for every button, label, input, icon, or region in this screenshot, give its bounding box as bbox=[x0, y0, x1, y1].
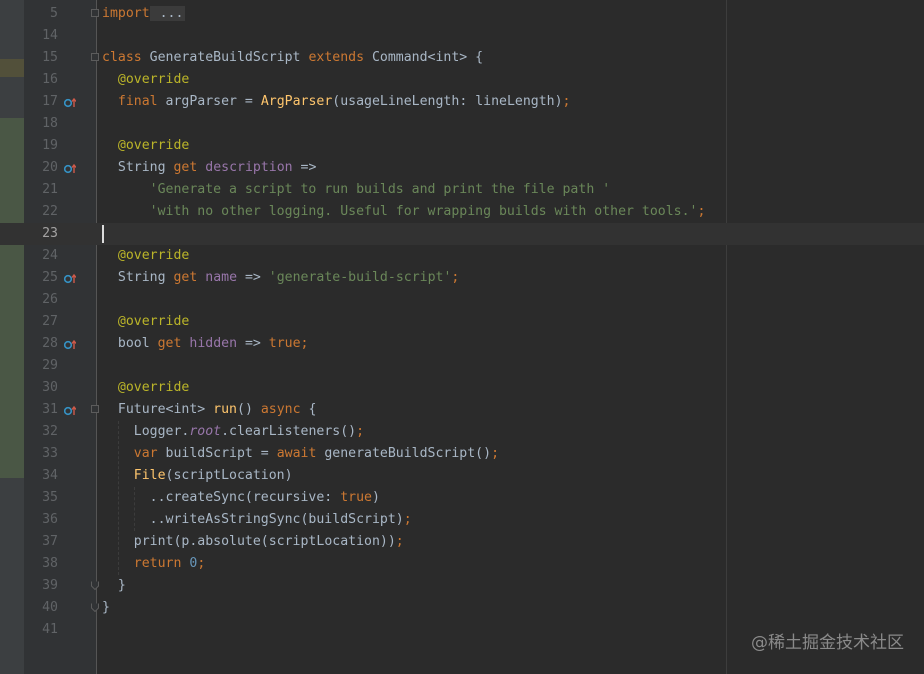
code-line[interactable]: 34 File(scriptLocation) bbox=[0, 465, 924, 487]
code-line[interactable]: 25 String get name => 'generate-build-sc… bbox=[0, 267, 924, 289]
code-line[interactable]: 24 @override bbox=[0, 245, 924, 267]
line-number: 39 bbox=[42, 578, 58, 593]
line-number: 14 bbox=[42, 28, 58, 43]
fold-end-icon[interactable] bbox=[91, 581, 99, 590]
code-text: String get name => 'generate-build-scrip… bbox=[117, 270, 460, 285]
line-number: 26 bbox=[42, 292, 58, 307]
line-number: 23 bbox=[42, 226, 58, 241]
code-text: @override bbox=[117, 248, 190, 263]
code-text: import ... bbox=[102, 6, 186, 21]
code-line[interactable]: 17 final argParser = ArgParser(usageLine… bbox=[0, 91, 924, 113]
line-number: 36 bbox=[42, 512, 58, 527]
code-line[interactable]: 16 @override bbox=[0, 69, 924, 91]
code-line[interactable]: 39 } bbox=[0, 575, 924, 597]
code-text: 'Generate a script to run builds and pri… bbox=[149, 182, 611, 197]
fold-minus-icon[interactable] bbox=[91, 53, 99, 61]
override-marker-icon[interactable] bbox=[64, 273, 76, 284]
code-line[interactable]: 36 ..writeAsStringSync(buildScript); bbox=[0, 509, 924, 531]
code-text: Logger.root.clearListeners(); bbox=[133, 424, 365, 439]
line-number: 17 bbox=[42, 94, 58, 109]
line-number: 38 bbox=[42, 556, 58, 571]
line-number: 35 bbox=[42, 490, 58, 505]
code-text: class GenerateBuildScript extends Comman… bbox=[102, 50, 484, 65]
line-number: 29 bbox=[42, 358, 58, 373]
text-caret bbox=[102, 225, 104, 243]
indent-guide bbox=[134, 487, 135, 531]
line-number: 31 bbox=[42, 402, 58, 417]
line-number: 33 bbox=[42, 446, 58, 461]
code-line[interactable]: 15 class GenerateBuildScript extends Com… bbox=[0, 47, 924, 69]
code-line[interactable]: 40 } bbox=[0, 597, 924, 619]
line-number: 15 bbox=[42, 50, 58, 65]
code-editor[interactable]: 5 import ... 14 15 class GenerateBuildSc… bbox=[0, 3, 924, 641]
code-line[interactable]: 18 bbox=[0, 113, 924, 135]
code-text: bool get hidden => true; bbox=[117, 336, 309, 351]
code-text: @override bbox=[117, 72, 190, 87]
code-line[interactable]: 29 bbox=[0, 355, 924, 377]
folded-imports[interactable]: ... bbox=[149, 6, 186, 21]
line-number: 30 bbox=[42, 380, 58, 395]
code-text: ..createSync(recursive: true) bbox=[149, 490, 380, 505]
line-number: 32 bbox=[42, 424, 58, 439]
override-marker-icon[interactable] bbox=[64, 339, 76, 350]
line-number: 18 bbox=[42, 116, 58, 131]
line-number: 28 bbox=[42, 336, 58, 351]
line-number: 27 bbox=[42, 314, 58, 329]
code-text: final argParser = ArgParser(usageLineLen… bbox=[117, 94, 571, 109]
line-number: 25 bbox=[42, 270, 58, 285]
watermark: @稀土掘金技术社区 bbox=[751, 633, 904, 653]
fold-end-icon[interactable] bbox=[91, 603, 99, 612]
code-text: @override bbox=[117, 314, 190, 329]
code-line[interactable]: 21 'Generate a script to run builds and … bbox=[0, 179, 924, 201]
line-number: 40 bbox=[42, 600, 58, 615]
override-marker-icon[interactable] bbox=[64, 163, 76, 174]
override-marker-icon[interactable] bbox=[64, 405, 76, 416]
code-line[interactable]: 31 Future<int> run() async { bbox=[0, 399, 924, 421]
code-text: File(scriptLocation) bbox=[133, 468, 293, 483]
code-line[interactable]: 19 @override bbox=[0, 135, 924, 157]
code-line[interactable]: 22 'with no other logging. Useful for wr… bbox=[0, 201, 924, 223]
code-line[interactable]: 27 @override bbox=[0, 311, 924, 333]
code-text: } bbox=[102, 600, 110, 615]
indent-guide bbox=[118, 421, 119, 575]
code-text: ..writeAsStringSync(buildScript); bbox=[149, 512, 412, 527]
code-line[interactable]: 35 ..createSync(recursive: true) bbox=[0, 487, 924, 509]
code-text: @override bbox=[117, 380, 190, 395]
line-number: 41 bbox=[42, 622, 58, 637]
code-line[interactable]: 26 bbox=[0, 289, 924, 311]
line-number: 24 bbox=[42, 248, 58, 263]
fold-plus-icon[interactable] bbox=[91, 9, 99, 17]
line-number: 37 bbox=[42, 534, 58, 549]
line-number: 20 bbox=[42, 160, 58, 175]
code-line-current[interactable]: 23 bbox=[0, 223, 924, 245]
code-line[interactable]: 32 Logger.root.clearListeners(); bbox=[0, 421, 924, 443]
code-text: @override bbox=[117, 138, 190, 153]
fold-minus-icon[interactable] bbox=[91, 405, 99, 413]
override-marker-icon[interactable] bbox=[64, 97, 76, 108]
line-number: 21 bbox=[42, 182, 58, 197]
code-text: String get description => bbox=[117, 160, 317, 175]
code-line[interactable]: 14 bbox=[0, 25, 924, 47]
code-text: } bbox=[117, 578, 126, 593]
code-line[interactable]: 5 import ... bbox=[0, 3, 924, 25]
code-line[interactable]: 28 bool get hidden => true; bbox=[0, 333, 924, 355]
code-line[interactable]: 33 var buildScript = await generateBuild… bbox=[0, 443, 924, 465]
line-number: 19 bbox=[42, 138, 58, 153]
code-line[interactable]: 37 print(p.absolute(scriptLocation)); bbox=[0, 531, 924, 553]
line-number: 5 bbox=[50, 6, 58, 21]
code-text: var buildScript = await generateBuildScr… bbox=[133, 446, 500, 461]
code-text: Future<int> run() async { bbox=[117, 402, 317, 417]
code-line[interactable]: 20 String get description => bbox=[0, 157, 924, 179]
code-line[interactable]: 38 return 0; bbox=[0, 553, 924, 575]
line-number: 22 bbox=[42, 204, 58, 219]
code-text: print(p.absolute(scriptLocation)); bbox=[133, 534, 404, 549]
code-line[interactable]: 30 @override bbox=[0, 377, 924, 399]
code-text: 'with no other logging. Useful for wrapp… bbox=[149, 204, 706, 219]
line-number: 16 bbox=[42, 72, 58, 87]
line-number: 34 bbox=[42, 468, 58, 483]
